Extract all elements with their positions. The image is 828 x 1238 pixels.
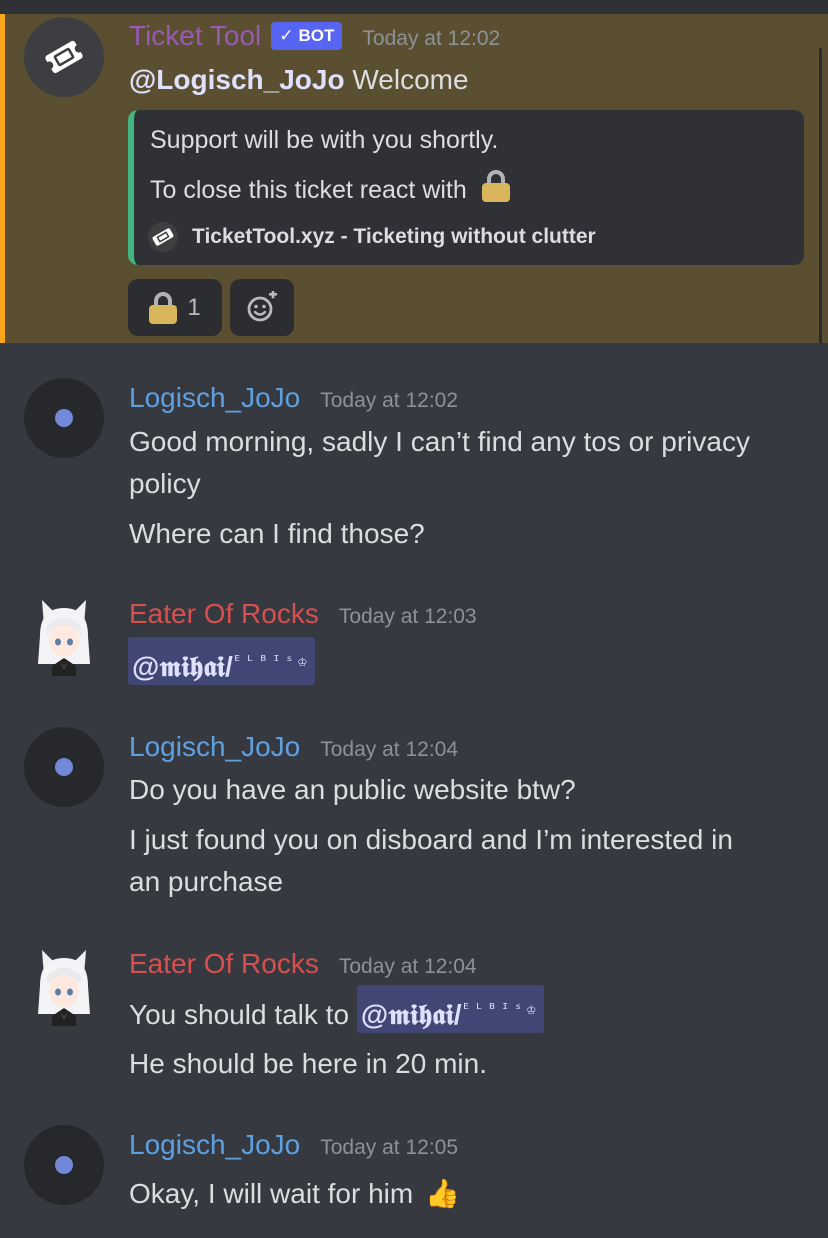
footer-ticket-icon [148, 222, 178, 252]
timestamp: Today at 12:05 [320, 1136, 459, 1159]
author-name[interactable]: Eater Of Rocks [129, 598, 319, 630]
message-line: policy [129, 468, 201, 499]
avatar-dot [55, 758, 73, 776]
add-reaction-button[interactable] [230, 279, 294, 336]
message-line: Okay, I will wait for him 👍 [129, 1173, 460, 1215]
message-line: Do you have an public website btw? [129, 774, 576, 805]
message-line: You should talk to @𝖒𝖎𝖍𝖆𝖎/ᴱᴸᴮᴵˢ♔ [129, 985, 544, 1033]
embed-footer-text[interactable]: TicketTool.xyz - Ticketing without clutt… [192, 225, 596, 249]
add-reaction-icon [247, 290, 277, 321]
bot-message-text: @Logisch_JoJo Welcome [129, 59, 469, 101]
top-strip [0, 0, 828, 14]
checkmark-icon: ✓ [279, 26, 294, 45]
bot-tag: ✓ BOT [271, 22, 343, 50]
user-mention[interactable]: @𝖒𝖎𝖍𝖆𝖎/ᴱᴸᴮᴵˢ♔ [128, 637, 315, 685]
thumbs-up-icon: 👍 [424, 1178, 460, 1209]
message-text: Okay, I will wait for him [129, 1178, 414, 1209]
timestamp: Today at 12:02 [362, 27, 501, 50]
ticket-icon [45, 40, 83, 74]
message-prefix: You should talk to [129, 999, 350, 1030]
logisch-jojo-avatar[interactable] [24, 1125, 104, 1205]
mention-tail: ᴱᴸᴮᴵˢ♔ [232, 652, 311, 670]
message-line: @𝖒𝖎𝖍𝖆𝖎/ᴱᴸᴮᴵˢ♔ [128, 637, 315, 685]
message-header: Logisch_JoJo Today at 12:02 [129, 382, 458, 414]
message-header: Eater Of Rocks Today at 12:03 [129, 598, 477, 630]
message-line: an purchase [129, 866, 284, 897]
lock-reaction[interactable]: 1 [128, 279, 222, 336]
embed-line-1: Support will be with you shortly. [150, 126, 499, 154]
reaction-count: 1 [187, 293, 201, 321]
embed-line-2-text: To close this ticket react with [150, 176, 467, 204]
bot-message-header: Ticket Tool ✓ BOT Today at 12:02 [129, 20, 500, 54]
timestamp: Today at 12:04 [320, 738, 459, 761]
message-line: He should be here in 20 min. [129, 1048, 487, 1079]
embed-footer: TicketTool.xyz - Ticketing without clutt… [148, 222, 596, 252]
mention-name: @𝖒𝖎𝖍𝖆𝖎/ [132, 651, 233, 682]
author-name[interactable]: Ticket Tool [129, 20, 261, 52]
ticket-embed: Support will be with you shortly. To clo… [128, 110, 804, 265]
scrollbar[interactable] [819, 48, 822, 343]
user-mention[interactable]: @𝖒𝖎𝖍𝖆𝖎/ᴱᴸᴮᴵˢ♔ [356, 985, 544, 1033]
author-name[interactable]: Logisch_JoJo [129, 1129, 300, 1161]
logisch-jojo-avatar[interactable] [24, 727, 104, 807]
timestamp: Today at 12:02 [320, 389, 459, 412]
message-header: Eater Of Rocks Today at 12:04 [129, 948, 477, 980]
eater-of-rocks-avatar[interactable] [34, 946, 94, 1026]
bot-tag-label: BOT [298, 26, 335, 45]
timestamp: Today at 12:03 [338, 605, 477, 628]
message-line: Where can I find those? [129, 518, 425, 549]
lock-icon [481, 170, 510, 202]
user-mention[interactable]: @Logisch_JoJo [129, 64, 345, 95]
avatar-dot [55, 409, 73, 427]
message-line: I just found you on disboard and I’m int… [129, 824, 733, 855]
ticket-tool-avatar[interactable] [24, 17, 104, 97]
mention-name: @𝖒𝖎𝖍𝖆𝖎/ [360, 999, 462, 1030]
timestamp: Today at 12:04 [338, 955, 477, 978]
avatar-dot [55, 1156, 73, 1174]
message-header: Logisch_JoJo Today at 12:04 [129, 731, 458, 763]
anime-avatar-icon [38, 600, 90, 676]
logisch-jojo-avatar[interactable] [24, 378, 104, 458]
mention-tail: ᴱᴸᴮᴵˢ♔ [461, 1000, 540, 1018]
welcome-text: Welcome [352, 64, 469, 95]
embed-line-2: To close this ticket react with [150, 170, 510, 205]
message-line: Good morning, sadly I can’t find any tos… [129, 426, 750, 457]
eater-of-rocks-avatar[interactable] [34, 596, 94, 676]
anime-avatar-icon [38, 950, 90, 1026]
author-name[interactable]: Eater Of Rocks [129, 948, 319, 980]
message-header: Logisch_JoJo Today at 12:05 [129, 1129, 458, 1161]
author-name[interactable]: Logisch_JoJo [129, 731, 300, 763]
author-name[interactable]: Logisch_JoJo [129, 382, 300, 414]
lock-icon [149, 291, 178, 324]
